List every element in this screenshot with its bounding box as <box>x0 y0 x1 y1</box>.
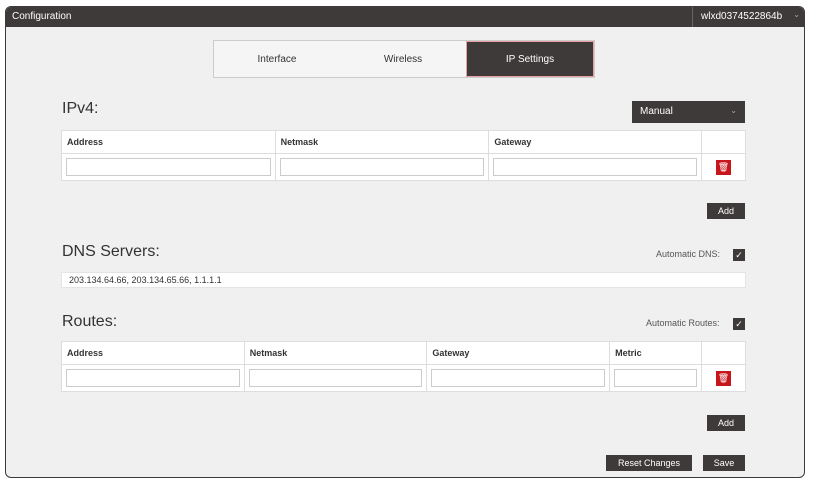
device-name: wlxd0374522864b <box>701 11 783 22</box>
column-header: Gateway <box>426 341 611 365</box>
trash-icon: 🗑 <box>717 372 730 383</box>
routes-add-button[interactable]: Add <box>707 415 745 431</box>
automatic-dns-checkbox[interactable]: ✓ <box>733 249 745 261</box>
ipv4-address-input[interactable] <box>66 158 271 176</box>
delete-button[interactable]: 🗑 <box>716 159 731 175</box>
ipv4-mode-value: Manual <box>640 106 673 117</box>
checkmark-icon: ✓ <box>735 249 743 260</box>
table-header: Address Netmask Gateway Metric <box>61 341 746 365</box>
automatic-routes-checkbox[interactable]: ✓ <box>733 318 745 330</box>
dns-servers-input[interactable]: 203.134.64.66, 203.134.65.66, 1.1.1.1 <box>61 272 746 288</box>
column-header: Address <box>61 341 245 365</box>
route-address-input[interactable] <box>66 369 240 387</box>
ipv4-gateway-input[interactable] <box>493 158 698 176</box>
chevron-down-icon: ⌄ <box>793 10 800 19</box>
column-header: Address <box>61 130 276 154</box>
table-header: Address Netmask Gateway <box>61 130 746 154</box>
route-gateway-input[interactable] <box>431 369 606 387</box>
column-header: Metric <box>609 341 703 365</box>
configuration-window: Configuration wlxd0374522864b ⌄ Interfac… <box>5 6 805 478</box>
tab-ip-settings[interactable]: IP Settings <box>466 41 594 77</box>
ipv4-table: Address Netmask Gateway 🗑 <box>61 130 746 181</box>
title-bar: Configuration wlxd0374522864b ⌄ <box>6 7 804 27</box>
table-row: 🗑 <box>61 153 746 181</box>
ipv4-netmask-input[interactable] <box>279 158 485 176</box>
tab-wireless[interactable]: Wireless <box>340 41 466 77</box>
checkmark-icon: ✓ <box>735 318 743 329</box>
action-column-header <box>701 341 746 365</box>
chevron-down-icon: ⌄ <box>730 106 737 115</box>
ipv4-mode-select[interactable]: Manual ⌄ <box>632 101 745 123</box>
window-title: Configuration <box>12 11 72 22</box>
routes-heading: Routes: <box>62 313 118 330</box>
dns-heading: DNS Servers: <box>62 243 160 260</box>
ipv4-heading: IPv4: <box>62 100 99 117</box>
automatic-routes-label: Automatic Routes: <box>646 318 720 328</box>
device-selector[interactable]: wlxd0374522864b ⌄ <box>692 7 804 27</box>
table-row: 🗑 <box>61 364 746 392</box>
tab-bar: Interface Wireless IP Settings <box>213 40 595 78</box>
save-button[interactable]: Save <box>703 455 745 471</box>
column-header: Netmask <box>243 341 428 365</box>
column-header: Gateway <box>488 130 703 154</box>
action-column-header <box>701 130 746 154</box>
routes-table: Address Netmask Gateway Metric 🗑 <box>61 341 746 392</box>
column-header: Netmask <box>274 130 490 154</box>
reset-changes-button[interactable]: Reset Changes <box>606 455 692 471</box>
trash-icon: 🗑 <box>717 161 730 172</box>
route-netmask-input[interactable] <box>248 369 423 387</box>
route-metric-input[interactable] <box>614 369 698 387</box>
tab-interface[interactable]: Interface <box>214 41 340 77</box>
ipv4-add-button[interactable]: Add <box>707 203 745 219</box>
automatic-dns-label: Automatic DNS: <box>656 249 721 259</box>
delete-button[interactable]: 🗑 <box>716 370 731 386</box>
